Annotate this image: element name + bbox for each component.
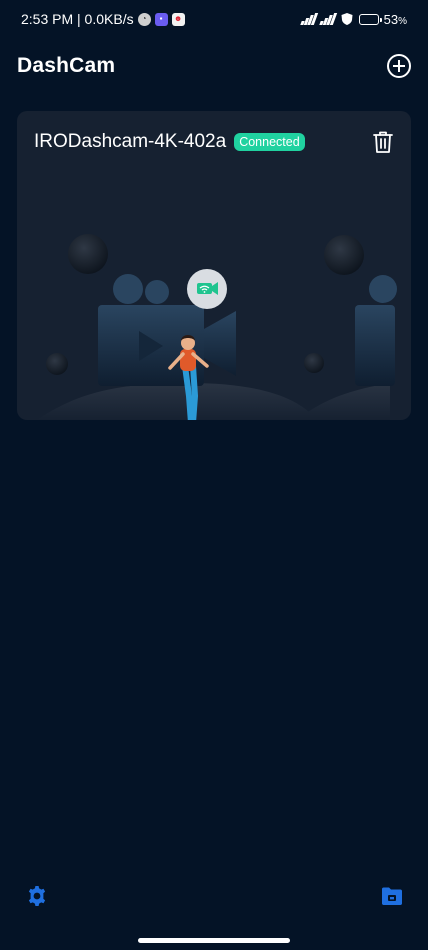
device-name: IRODashcam-4K-402a xyxy=(34,131,227,152)
status-left: 2:53 PM | 0.0KB/s ◔ ▪ ☻ xyxy=(21,11,185,27)
battery-percent: 53% xyxy=(383,11,407,27)
folder-icon[interactable] xyxy=(380,884,404,908)
message-icon: ▪ xyxy=(154,12,168,26)
clock-icon: ◔ xyxy=(137,12,151,26)
signal-icon xyxy=(299,13,337,25)
status-badge: Connected xyxy=(234,133,305,151)
ground-right xyxy=(297,383,390,420)
bot-icon: ☻ xyxy=(171,12,185,26)
decor-sphere xyxy=(68,234,108,274)
trash-icon[interactable] xyxy=(372,130,394,154)
gear-icon[interactable] xyxy=(25,884,49,908)
app-screen: 2:53 PM | 0.0KB/s ◔ ▪ ☻ 53% DashCam IROD… xyxy=(0,0,428,950)
add-device-button[interactable] xyxy=(387,54,411,78)
camera-wifi-icon xyxy=(187,269,227,309)
battery-icon xyxy=(358,13,382,25)
device-card-header: IRODashcam-4K-402a Connected xyxy=(34,127,394,157)
status-bar: 2:53 PM | 0.0KB/s ◔ ▪ ☻ 53% xyxy=(0,0,428,38)
page-title: DashCam xyxy=(17,54,116,77)
status-right: 53% xyxy=(299,11,407,27)
status-time: 2:53 PM | 0.0KB/s xyxy=(21,11,134,27)
device-card[interactable]: IRODashcam-4K-402a Connected xyxy=(17,111,411,420)
shield-icon xyxy=(341,13,353,25)
app-header: DashCam xyxy=(17,50,412,82)
decor-sphere xyxy=(304,353,324,373)
device-title-row: IRODashcam-4K-402a Connected xyxy=(34,131,305,153)
video-camera-graphic-right xyxy=(355,275,397,386)
decor-sphere xyxy=(324,235,364,275)
decor-sphere xyxy=(46,353,68,375)
home-indicator[interactable] xyxy=(138,938,290,943)
ground xyxy=(37,383,317,420)
empty-state-illustration xyxy=(37,234,397,420)
